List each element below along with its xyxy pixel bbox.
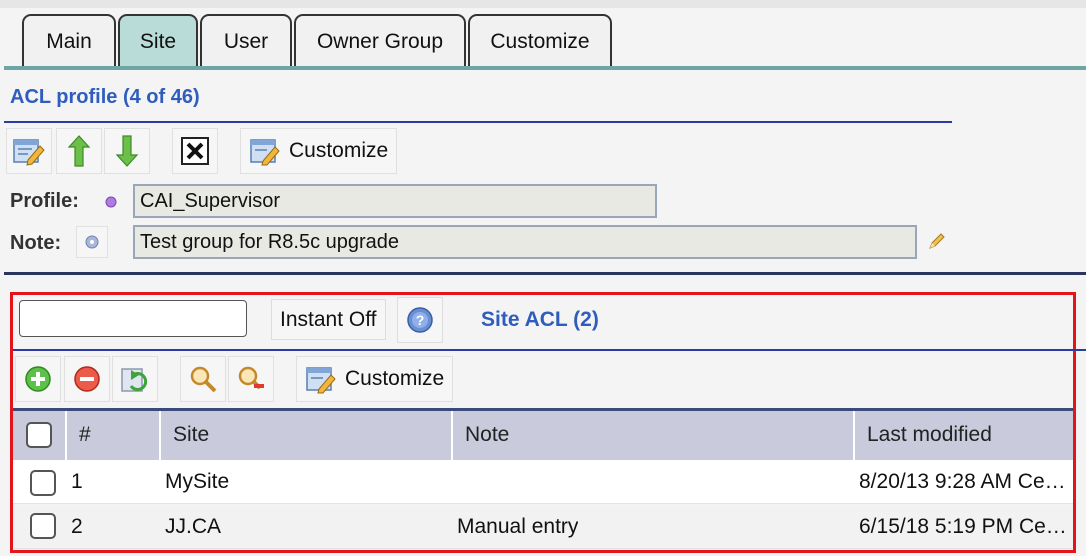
refresh-button[interactable]	[112, 356, 158, 402]
note-label: Note:	[10, 232, 62, 254]
tab-underline	[4, 66, 1086, 70]
column-header-site[interactable]: Site	[159, 411, 451, 460]
edit-form-icon	[13, 139, 45, 166]
move-down-button[interactable]	[104, 128, 150, 174]
customize-profile-button[interactable]: Customize	[240, 128, 398, 174]
tab-customize[interactable]: Customize	[468, 14, 612, 68]
pencil-icon	[929, 233, 945, 249]
profile-indicator-icon	[105, 196, 117, 208]
add-icon	[25, 366, 51, 392]
profile-title: ACL profile (4 of 46)	[10, 86, 200, 108]
title-divider	[4, 121, 952, 123]
tab-site[interactable]: Site	[118, 14, 198, 68]
row-last-modified: 8/20/13 9:28 AM Ce…	[859, 470, 1066, 493]
select-all-cell	[13, 411, 65, 460]
customize-label: Customize	[345, 367, 445, 390]
profile-label: Profile:	[10, 190, 79, 212]
clear-search-button[interactable]	[228, 356, 274, 402]
edit-note-button[interactable]	[922, 226, 952, 256]
table-row[interactable]: 2 JJ.CA Manual entry 6/15/18 5:19 PM Ce…	[13, 505, 1073, 549]
column-header-note[interactable]: Note	[451, 411, 853, 460]
section-divider	[4, 272, 1086, 275]
move-up-icon	[67, 135, 91, 167]
info-icon	[85, 235, 99, 249]
search-input[interactable]	[19, 300, 247, 337]
move-up-button[interactable]	[56, 128, 102, 174]
tab-main[interactable]: Main	[22, 14, 116, 68]
row-number: 1	[71, 470, 83, 493]
tab-bar: Main Site User Owner Group Customize	[0, 14, 1086, 68]
search-button[interactable]	[180, 356, 226, 402]
customize-icon	[250, 139, 280, 166]
edit-button[interactable]	[6, 128, 52, 174]
row-number: 2	[71, 515, 83, 538]
help-icon: ?	[407, 307, 433, 333]
row-checkbox[interactable]	[30, 470, 56, 496]
table-header: # Site Note Last modified	[13, 408, 1073, 460]
site-acl-title: Site ACL (2)	[481, 308, 599, 331]
row-note: Manual entry	[457, 515, 579, 538]
note-info-button[interactable]	[76, 226, 108, 258]
refresh-icon	[121, 368, 148, 392]
tab-user[interactable]: User	[200, 14, 292, 68]
row-last-modified: 6/15/18 5:19 PM Ce…	[859, 515, 1067, 538]
add-button[interactable]	[15, 356, 61, 402]
select-all-checkbox[interactable]	[26, 422, 52, 448]
clear-search-icon	[238, 366, 264, 390]
svg-text:?: ?	[416, 312, 425, 328]
top-bar	[0, 0, 1086, 8]
help-button[interactable]: ?	[397, 297, 443, 343]
remove-button[interactable]	[64, 356, 110, 402]
row-site: MySite	[165, 470, 230, 493]
tab-owner-group[interactable]: Owner Group	[294, 14, 466, 68]
delete-button[interactable]	[172, 128, 218, 174]
customize-icon	[306, 367, 336, 394]
table-row[interactable]: 1 MySite 8/20/13 9:28 AM Ce…	[13, 460, 1073, 504]
row-checkbox[interactable]	[30, 513, 56, 539]
acl-title-divider	[13, 349, 1086, 351]
customize-label: Customize	[289, 139, 389, 162]
profile-field[interactable]: CAI_Supervisor	[133, 184, 657, 218]
search-icon	[190, 366, 217, 393]
move-down-icon	[115, 135, 139, 167]
row-site: JJ.CA	[165, 515, 222, 538]
close-icon	[181, 137, 209, 165]
column-header-last-modified[interactable]: Last modified	[853, 411, 1071, 460]
note-field[interactable]: Test group for R8.5c upgrade	[133, 225, 917, 259]
instant-toggle-button[interactable]: Instant Off	[271, 299, 386, 340]
remove-icon	[74, 366, 100, 392]
column-header-number[interactable]: #	[65, 411, 159, 460]
customize-acl-button[interactable]: Customize	[296, 356, 454, 402]
